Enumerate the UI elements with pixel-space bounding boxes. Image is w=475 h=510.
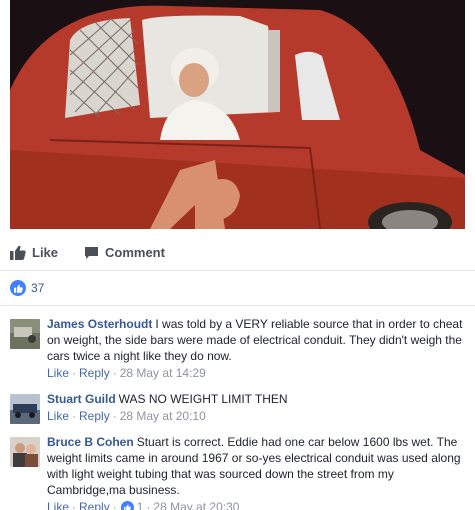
separator: · [72,409,77,423]
comment: Bruce B Cohen Stuart is correct. Eddie ha… [0,430,475,510]
comment-icon [85,246,98,259]
comment-reply-link[interactable]: Reply [79,408,110,424]
divider [0,270,475,271]
comment-meta: Like · Reply · 28 May at 20:10 [47,408,465,424]
like-reaction-icon [120,500,134,510]
comment-like-link[interactable]: Like [47,365,69,381]
separator: · [146,500,151,510]
like-label: Like [32,245,59,260]
like-reaction-icon [10,280,26,296]
comment-reply-link[interactable]: Reply [79,499,110,510]
reaction-summary[interactable]: 37 [10,280,44,296]
separator: · [72,366,77,380]
comment-body: Bruce B Cohen Stuart is correct. Eddie ha… [47,434,465,498]
comment-text: WAS NO WEIGHT LIMIT THEN [118,392,288,406]
separator: · [72,500,77,510]
comment-list: James Osterhoudt I was told by a VERY rel… [0,312,475,510]
divider [0,305,475,306]
like-button[interactable]: Like [10,245,58,260]
post-photo[interactable] [10,0,465,229]
comment-author[interactable]: Bruce B Cohen [47,435,134,449]
comment-body: Stuart Guild WAS NO WEIGHT LIMIT THEN [47,391,465,407]
comment-like-count[interactable]: 1 [137,499,144,510]
comment-meta: Like · Reply · 1 · 28 May at 20:30 [47,499,465,510]
comment-timestamp[interactable]: 28 May at 14:29 [120,365,206,381]
comment-timestamp[interactable]: 28 May at 20:30 [153,499,239,510]
race-car-photo [10,0,465,229]
post-actions: Like Comment [0,240,475,270]
avatar[interactable] [10,394,40,424]
comment-body: James Osterhoudt I was told by a VERY rel… [47,316,465,364]
comment: Stuart Guild WAS NO WEIGHT LIMIT THEN Lik… [0,387,475,430]
comment-label: Comment [105,245,165,260]
comment-like-link[interactable]: Like [47,499,69,510]
comment-like-link[interactable]: Like [47,408,69,424]
thumbs-up-icon [10,245,26,260]
separator: · [112,366,117,380]
comment-author[interactable]: Stuart Guild [47,392,116,406]
comment-meta: Like · Reply · 28 May at 14:29 [47,365,465,381]
comment-button[interactable]: Comment [84,245,165,260]
separator: · [112,409,117,423]
comment: James Osterhoudt I was told by a VERY rel… [0,312,475,387]
avatar[interactable] [10,319,40,349]
separator: · [112,500,117,510]
comment-timestamp[interactable]: 28 May at 20:10 [120,408,206,424]
comment-reply-link[interactable]: Reply [79,365,110,381]
avatar[interactable] [10,437,40,467]
comment-author[interactable]: James Osterhoudt [47,317,152,331]
reaction-count: 37 [31,281,45,295]
